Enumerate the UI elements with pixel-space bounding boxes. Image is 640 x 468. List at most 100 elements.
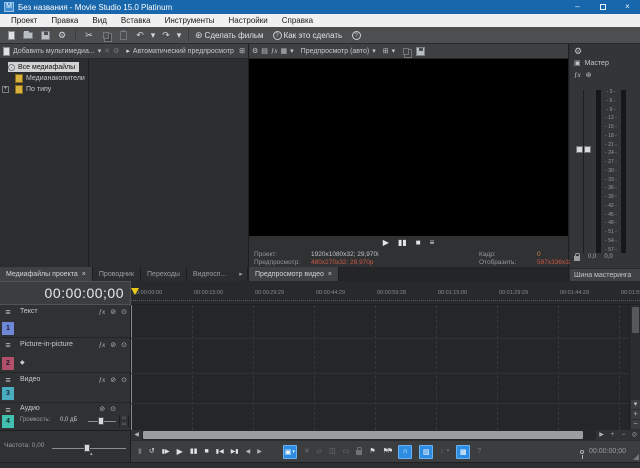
mute-icon[interactable]: ⊘ xyxy=(99,405,105,413)
track-name[interactable]: Аудио xyxy=(20,405,40,412)
event-tool-button[interactable]: ▭ xyxy=(343,448,350,455)
preview-play-button[interactable]: ▶ xyxy=(383,239,389,247)
edit-tool-button[interactable]: ▣ ▾ xyxy=(283,445,297,459)
mixer-settings-gear-icon[interactable]: ⚙ xyxy=(574,46,582,57)
track-name[interactable]: Видео xyxy=(20,376,40,383)
media-properties-button[interactable]: ⚙ xyxy=(113,48,119,55)
auto-preview-icon[interactable]: ▸ xyxy=(126,48,130,55)
solo-icon[interactable]: ⊙ xyxy=(121,341,127,349)
menu-help[interactable]: Справка xyxy=(275,14,320,27)
zoom-in-vertical-button[interactable]: + xyxy=(631,410,640,419)
timeline-ruler[interactable]: 00:00:00:00 00:00:15:00 00:00:29:29 00:0… xyxy=(131,281,640,305)
auto-preview-button[interactable]: Автоматический предпросмотр xyxy=(133,48,234,55)
track-name[interactable]: Текст xyxy=(20,308,38,315)
copy-button[interactable] xyxy=(99,28,113,42)
master-fx-icon[interactable]: ƒx xyxy=(574,72,581,79)
auto-ripple-button[interactable]: ↕ xyxy=(440,448,444,455)
mute-icon[interactable]: ⊘ xyxy=(110,376,116,384)
zoom-in-button[interactable]: + xyxy=(607,430,618,440)
track-menu-icon[interactable]: ≡ xyxy=(2,306,14,318)
track-name[interactable]: Picture-in-picture xyxy=(20,341,73,348)
edit-tool-dropdown[interactable]: ▾ xyxy=(292,449,295,455)
remove-media-button[interactable]: ✕ xyxy=(104,48,110,55)
save-frame-icon[interactable] xyxy=(416,47,425,56)
stop-button[interactable]: ■ xyxy=(205,448,209,455)
capture-icon[interactable]: ▦ xyxy=(281,48,288,55)
insert-marker-button[interactable]: ⚑ xyxy=(369,448,375,455)
video-display[interactable] xyxy=(249,59,568,236)
auto-crossfade-button[interactable]: ▩ xyxy=(456,445,470,459)
volume-slider-handle[interactable] xyxy=(98,417,104,425)
undo-button[interactable]: ↶ xyxy=(133,28,147,42)
envelope-tool-button[interactable]: ▨ xyxy=(419,445,433,459)
insert-region-button[interactable]: ⚑⚑ xyxy=(383,448,392,455)
track-header-audio[interactable]: ≡ 4 Аудио ⊘ ⊙ Громкость: 0,0 дБ 12 24 xyxy=(0,403,130,430)
zoom-out-button[interactable]: − xyxy=(618,430,629,440)
scroll-right-button[interactable]: ▶ xyxy=(596,430,607,440)
add-media-button[interactable]: Добавить мультимедиа... xyxy=(13,48,95,55)
tab-video-preview[interactable]: Предпросмотр видео × xyxy=(249,267,339,281)
tree-item-media-bins[interactable]: Медианакопители xyxy=(15,73,85,83)
horizontal-scrollbar-handle[interactable] xyxy=(143,431,583,439)
properties-button[interactable]: ⚙ xyxy=(55,28,69,42)
save-button[interactable] xyxy=(38,28,52,42)
track-fx-icon[interactable]: ƒx xyxy=(99,376,106,384)
tab-close-icon[interactable]: × xyxy=(328,271,332,278)
menu-project[interactable]: Проект xyxy=(4,14,44,27)
cursor-marker-icon[interactable] xyxy=(131,288,139,295)
undo-dropdown[interactable]: ▾ xyxy=(150,28,156,42)
trim-end-button[interactable]: ◫ xyxy=(329,448,336,455)
redo-dropdown[interactable]: ▾ xyxy=(176,28,182,42)
track-header-text[interactable]: ≡ 1 Текст ƒx ⊘ ⊙ xyxy=(0,305,130,338)
go-to-start-button[interactable]: ▮◀ xyxy=(216,449,224,455)
preview-quality-button[interactable]: Предпросмотр (авто) xyxy=(301,48,370,55)
maximize-button[interactable] xyxy=(590,0,615,14)
zoom-tool-button[interactable]: ◎ xyxy=(629,430,640,440)
resize-grip[interactable] xyxy=(633,454,639,460)
split-button[interactable]: ✕ xyxy=(304,448,310,455)
tab-close-icon[interactable]: × xyxy=(82,271,86,278)
scroll-left-button[interactable]: ◀ xyxy=(131,430,142,440)
play-button[interactable]: ▶ xyxy=(177,448,183,456)
next-frame-button[interactable]: ▶ xyxy=(257,449,262,455)
views-grid-icon[interactable]: ⊞ xyxy=(239,48,245,55)
previous-frame-button[interactable]: ◀ xyxy=(246,449,251,455)
mute-icon[interactable]: ⊘ xyxy=(110,341,116,349)
video-fx-icon[interactable]: ƒx xyxy=(271,48,278,55)
track-motion-keyframe-icon[interactable]: ◆ xyxy=(20,359,25,366)
vertical-scrollbar-handle[interactable] xyxy=(632,307,639,333)
help-button[interactable]: ? xyxy=(349,28,363,42)
capture-dropdown[interactable]: ▾ xyxy=(290,48,294,55)
menu-tools[interactable]: Инструменты xyxy=(158,14,222,27)
tab-video-fx[interactable]: Видеосп... xyxy=(187,267,235,281)
timeline-grid[interactable] xyxy=(131,305,629,430)
pause-button[interactable]: ▮▮ xyxy=(190,448,198,455)
solo-icon[interactable]: ⊙ xyxy=(110,405,116,413)
minimize-button[interactable]: – xyxy=(565,0,590,14)
vertical-scrollbar[interactable]: ▾ + − xyxy=(629,305,640,430)
lock-envelopes-button[interactable] xyxy=(356,450,362,455)
zoom-out-vertical-button[interactable]: − xyxy=(631,420,640,429)
tab-explorer[interactable]: Проводник xyxy=(93,267,141,281)
track-header-pip[interactable]: ≡ 2 Picture-in-picture ƒx ⊘ ⊙ ◆ xyxy=(0,338,130,373)
snapping-button[interactable]: ∩ xyxy=(398,445,412,459)
fader-handle-right[interactable] xyxy=(584,146,591,153)
fader-handle-left[interactable] xyxy=(576,146,583,153)
horizontal-scrollbar[interactable]: ◀ ▶ + − ◎ xyxy=(131,430,640,440)
play-from-start-button[interactable]: ▮▶ xyxy=(162,449,170,455)
go-to-end-button[interactable]: ▶▮ xyxy=(231,449,239,455)
add-media-dropdown[interactable]: ▾ xyxy=(98,48,102,55)
auto-ripple-dropdown[interactable]: ▾ xyxy=(447,449,450,454)
make-movie-button[interactable]: ⊛ Сделать фильм xyxy=(195,28,264,42)
mixing-console-title[interactable]: Шина мастеринга xyxy=(570,268,640,281)
tab-scroll-right[interactable]: ▸ xyxy=(235,267,248,281)
preview-stop-button[interactable]: ■ xyxy=(416,239,421,247)
timeline-cursor[interactable] xyxy=(131,305,132,430)
tree-item-by-type[interactable]: + По типу xyxy=(2,84,51,94)
overlays-dropdown[interactable]: ▾ xyxy=(392,48,396,55)
preview-pause-button[interactable]: ▮▮ xyxy=(398,239,407,247)
menu-insert[interactable]: Вставка xyxy=(114,14,158,27)
solo-icon[interactable]: ⊙ xyxy=(121,376,127,384)
record-button[interactable]: ▮ xyxy=(138,448,142,455)
how-to-button[interactable]: ? Как это сделать xyxy=(273,28,343,42)
